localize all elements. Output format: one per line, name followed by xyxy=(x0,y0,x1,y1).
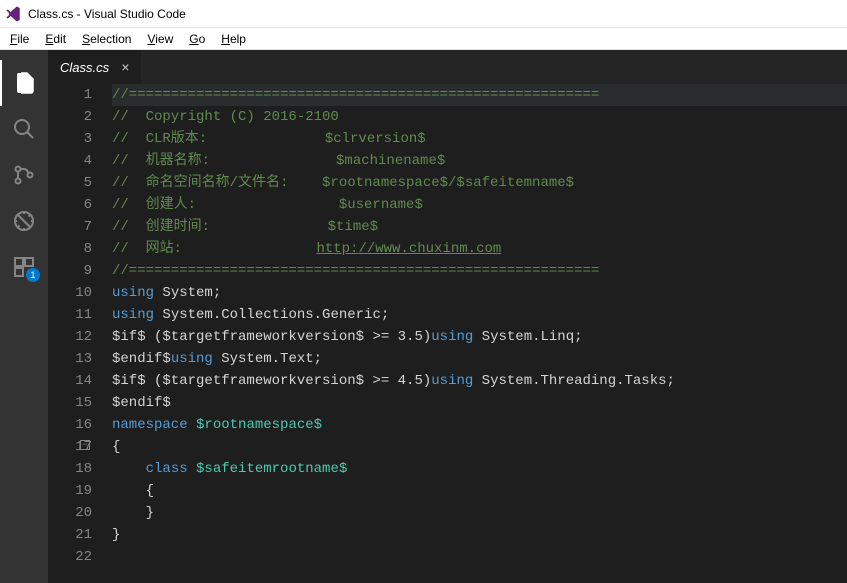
line-number: 8 xyxy=(48,238,92,260)
files-icon xyxy=(13,71,37,95)
menu-help[interactable]: Help xyxy=(213,30,254,48)
code-line[interactable]: { xyxy=(112,480,847,502)
window-title: Class.cs - Visual Studio Code xyxy=(28,7,186,21)
extensions-badge: 1 xyxy=(26,268,40,282)
menubar: File Edit Selection View Go Help xyxy=(0,28,847,50)
fold-toggle-icon[interactable]: − xyxy=(80,440,90,450)
code-line[interactable]: } xyxy=(112,502,847,524)
workbench: 1 Class.cs × 1234567891011121314151617−1… xyxy=(0,50,847,583)
git-icon xyxy=(12,163,36,187)
tabs: Class.cs × xyxy=(48,50,847,84)
menu-go[interactable]: Go xyxy=(181,30,213,48)
activity-extensions[interactable]: 1 xyxy=(0,244,48,290)
line-number: 2 xyxy=(48,106,92,128)
activitybar: 1 xyxy=(0,50,48,583)
titlebar: Class.cs - Visual Studio Code xyxy=(0,0,847,28)
code-line[interactable]: $if$ ($targetframeworkversion$ >= 3.5)us… xyxy=(112,326,847,348)
code-line[interactable]: // 网站: http://www.chuxinm.com xyxy=(112,238,847,260)
code-area[interactable]: //======================================… xyxy=(108,84,847,583)
code-line[interactable]: // 命名空间名称/文件名: $rootnamespace$/$safeitem… xyxy=(112,172,847,194)
line-number: 20 xyxy=(48,502,92,524)
search-icon xyxy=(12,117,36,141)
line-number: 11 xyxy=(48,304,92,326)
line-number: 7 xyxy=(48,216,92,238)
code-line[interactable]: //======================================… xyxy=(112,260,847,282)
activity-search[interactable] xyxy=(0,106,48,152)
editor-group: Class.cs × 1234567891011121314151617−181… xyxy=(48,50,847,583)
line-number: 21 xyxy=(48,524,92,546)
code-line[interactable]: using System.Collections.Generic; xyxy=(112,304,847,326)
activity-debug[interactable] xyxy=(0,198,48,244)
tab-close-icon[interactable]: × xyxy=(121,60,129,74)
editor[interactable]: 1234567891011121314151617−1819202122 //=… xyxy=(48,84,847,583)
line-number: 3 xyxy=(48,128,92,150)
code-line[interactable]: class $safeitemrootname$ xyxy=(112,458,847,480)
line-number: 15 xyxy=(48,392,92,414)
code-line[interactable]: $if$ ($targetframeworkversion$ >= 4.5)us… xyxy=(112,370,847,392)
line-number: 13 xyxy=(48,348,92,370)
menu-view[interactable]: View xyxy=(139,30,181,48)
code-line[interactable]: $endif$using System.Text; xyxy=(112,348,847,370)
code-line[interactable]: //======================================… xyxy=(112,84,847,106)
menu-file[interactable]: File xyxy=(2,30,37,48)
code-line[interactable]: // 机器名称: $machinename$ xyxy=(112,150,847,172)
line-number: 12 xyxy=(48,326,92,348)
line-number: 9 xyxy=(48,260,92,282)
code-line[interactable]: { xyxy=(112,436,847,458)
code-line[interactable]: // 创建时间: $time$ xyxy=(112,216,847,238)
line-number: 17− xyxy=(48,436,92,458)
line-number: 18 xyxy=(48,458,92,480)
code-line[interactable]: } xyxy=(112,524,847,546)
activity-explorer[interactable] xyxy=(0,60,48,106)
code-line[interactable]: // 创建人: $username$ xyxy=(112,194,847,216)
code-line[interactable]: namespace $rootnamespace$ xyxy=(112,414,847,436)
activity-git[interactable] xyxy=(0,152,48,198)
line-number: 6 xyxy=(48,194,92,216)
code-line[interactable] xyxy=(112,546,847,568)
tab-class-cs[interactable]: Class.cs × xyxy=(48,50,142,84)
line-number: 19 xyxy=(48,480,92,502)
line-number: 14 xyxy=(48,370,92,392)
menu-edit[interactable]: Edit xyxy=(37,30,74,48)
code-line[interactable]: // Copyright (C) 2016-2100 xyxy=(112,106,847,128)
tab-label: Class.cs xyxy=(60,60,109,75)
line-number: 4 xyxy=(48,150,92,172)
menu-selection[interactable]: Selection xyxy=(74,30,139,48)
code-line[interactable]: $endif$ xyxy=(112,392,847,414)
debug-icon xyxy=(12,209,36,233)
vscode-logo-icon xyxy=(4,5,22,23)
line-number: 1 xyxy=(48,84,92,106)
line-number: 22 xyxy=(48,546,92,568)
line-number-gutter: 1234567891011121314151617−1819202122 xyxy=(48,84,108,583)
line-number: 10 xyxy=(48,282,92,304)
line-number: 5 xyxy=(48,172,92,194)
line-number: 16 xyxy=(48,414,92,436)
code-line[interactable]: // CLR版本: $clrversion$ xyxy=(112,128,847,150)
code-line[interactable]: using System; xyxy=(112,282,847,304)
